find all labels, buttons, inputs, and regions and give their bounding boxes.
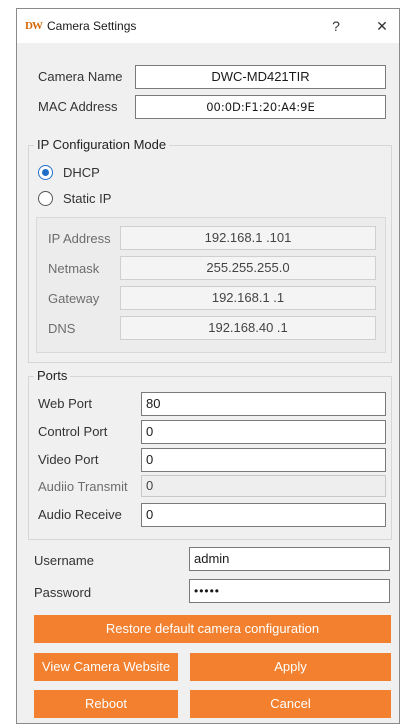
reboot-button[interactable]: Reboot bbox=[34, 690, 178, 718]
gateway-field: 192.168.1 .1 bbox=[120, 286, 376, 310]
gateway-label: Gateway bbox=[48, 291, 100, 306]
audio-transmit-label: Audiio Transmit bbox=[38, 479, 128, 494]
dhcp-radio[interactable] bbox=[38, 165, 53, 180]
restore-defaults-button[interactable]: Restore default camera configuration bbox=[34, 615, 391, 643]
audio-receive-label: Audio Receive bbox=[38, 507, 122, 522]
audio-transmit-field: 0 bbox=[141, 475, 386, 497]
web-port-field[interactable]: 80 bbox=[141, 392, 386, 416]
netmask-field: 255.255.255.0 bbox=[120, 256, 376, 280]
audio-receive-field[interactable]: 0 bbox=[141, 503, 386, 527]
video-port-field[interactable]: 0 bbox=[141, 448, 386, 472]
apply-button[interactable]: Apply bbox=[190, 653, 391, 681]
static-ip-label[interactable]: Static IP bbox=[63, 191, 111, 207]
web-port-label: Web Port bbox=[38, 396, 92, 411]
window-title: Camera Settings bbox=[47, 19, 137, 33]
ip-address-label: IP Address bbox=[48, 231, 111, 246]
ports-title: Ports bbox=[34, 368, 71, 383]
video-port-label: Video Port bbox=[38, 452, 99, 467]
camera-name-field[interactable]: DWC-MD421TIR bbox=[135, 65, 386, 89]
control-port-label: Control Port bbox=[38, 424, 108, 439]
password-field[interactable]: ••••• bbox=[189, 579, 390, 603]
dns-label: DNS bbox=[48, 321, 76, 336]
password-label: Password bbox=[34, 585, 92, 600]
ip-configuration-title: IP Configuration Mode bbox=[34, 137, 170, 152]
camera-settings-dialog: DW Camera Settings ? ✕ Camera Name DWC-M… bbox=[16, 8, 400, 724]
netmask-label: Netmask bbox=[48, 261, 100, 276]
cancel-button[interactable]: Cancel bbox=[190, 690, 391, 718]
static-ip-radio[interactable] bbox=[38, 191, 53, 206]
control-port-field[interactable]: 0 bbox=[141, 420, 386, 444]
dw-logo-icon: DW bbox=[25, 20, 43, 32]
mac-address-label: MAC Address bbox=[38, 99, 118, 114]
title-bar: DW Camera Settings ? ✕ bbox=[17, 9, 399, 43]
close-button[interactable]: ✕ bbox=[367, 14, 397, 38]
camera-name-label: Camera Name bbox=[38, 69, 123, 84]
username-label: Username bbox=[34, 553, 94, 568]
view-camera-website-button[interactable]: View Camera Website bbox=[34, 653, 178, 681]
dns-field: 192.168.40 .1 bbox=[120, 316, 376, 340]
ip-address-field: 192.168.1 .101 bbox=[120, 226, 376, 250]
username-field[interactable]: admin bbox=[189, 547, 390, 571]
mac-address-field[interactable]: 00:0D:F1:20:A4:9E bbox=[135, 95, 386, 119]
help-button[interactable]: ? bbox=[321, 14, 351, 38]
dhcp-label[interactable]: DHCP bbox=[63, 165, 100, 181]
